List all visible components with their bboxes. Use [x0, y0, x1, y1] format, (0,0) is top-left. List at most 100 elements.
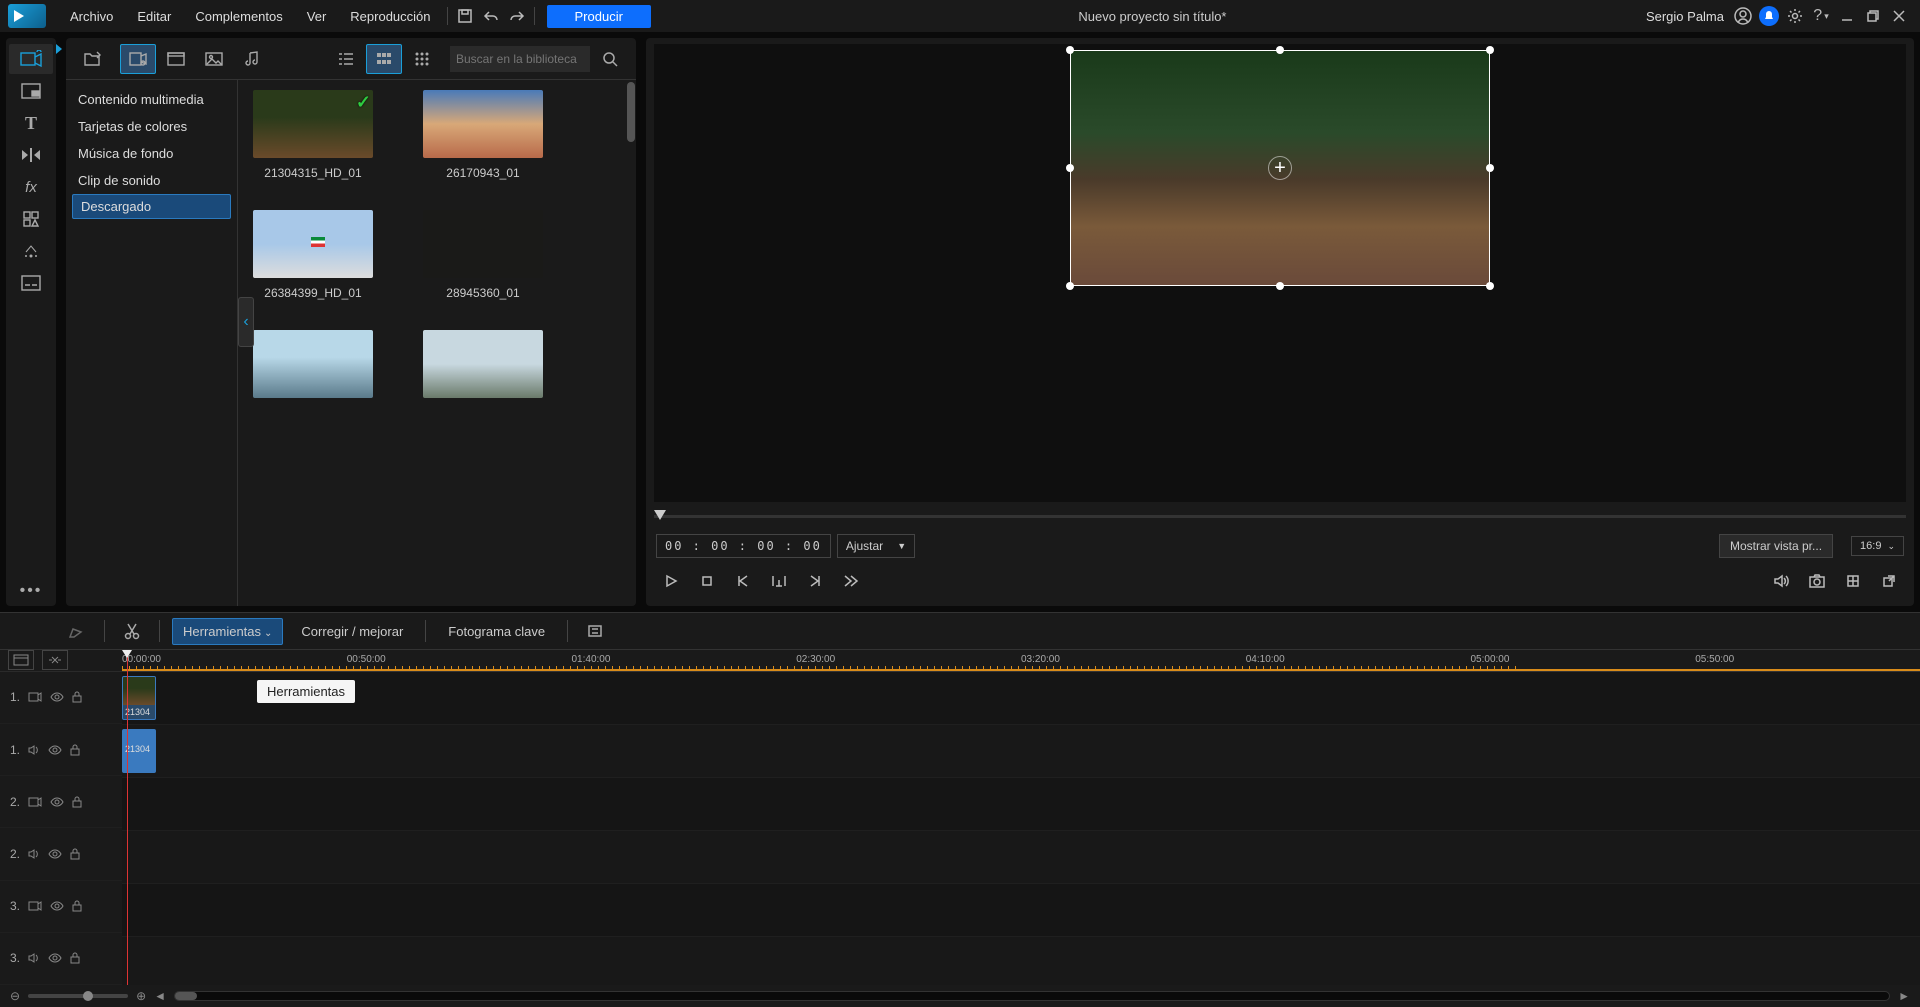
clip-markers-icon[interactable]	[764, 568, 794, 594]
track-header[interactable]: 2.	[0, 828, 122, 880]
preview-canvas[interactable]: +	[654, 44, 1906, 502]
lock-icon[interactable]	[72, 691, 82, 703]
media-item[interactable]: 28945360_01	[418, 210, 548, 300]
more-clip-icon[interactable]	[580, 617, 610, 645]
playhead[interactable]	[127, 650, 128, 985]
zoom-slider[interactable]	[28, 994, 128, 998]
view-list-icon[interactable]	[328, 44, 364, 74]
filter-image-icon[interactable]	[196, 44, 232, 74]
scroll-left-icon[interactable]: ◄	[154, 989, 166, 1003]
category-clip[interactable]: Clip de sonido	[66, 167, 237, 194]
lock-icon[interactable]	[70, 744, 80, 756]
fit-dropdown[interactable]: Ajustar▼	[837, 534, 915, 558]
track-row[interactable]	[122, 778, 1920, 831]
track-header[interactable]: 2.	[0, 776, 122, 828]
volume-icon[interactable]	[1766, 568, 1796, 594]
category-musica[interactable]: Música de fondo	[66, 140, 237, 167]
resize-handle[interactable]	[1066, 282, 1074, 290]
menu-archivo[interactable]: Archivo	[58, 3, 125, 30]
user-name[interactable]: Sergio Palma	[1646, 9, 1724, 24]
scroll-right-icon[interactable]: ►	[1898, 989, 1910, 1003]
maximize-icon[interactable]	[1860, 3, 1886, 29]
fx-room-icon[interactable]: fx	[9, 172, 53, 202]
preview-scrubber[interactable]	[654, 508, 1906, 524]
settings-icon[interactable]	[1782, 3, 1808, 29]
track-header[interactable]: 3.	[0, 881, 122, 933]
menu-editar[interactable]: Editar	[125, 3, 183, 30]
redo-icon[interactable]	[504, 3, 530, 29]
resize-handle[interactable]	[1276, 46, 1284, 54]
zoom-in-icon[interactable]: ⊕	[136, 989, 146, 1003]
stop-icon[interactable]	[692, 568, 722, 594]
track-row[interactable]	[122, 884, 1920, 937]
resize-handle[interactable]	[1486, 164, 1494, 172]
media-item[interactable]	[418, 330, 548, 406]
track-row[interactable]	[122, 831, 1920, 884]
timeline-h-scrollbar[interactable]	[174, 991, 1890, 1001]
resize-handle[interactable]	[1066, 164, 1074, 172]
lock-icon[interactable]	[72, 796, 82, 808]
media-item[interactable]: ✓ 21304315_HD_01	[248, 90, 378, 180]
save-icon[interactable]	[452, 3, 478, 29]
visibility-icon[interactable]	[50, 692, 64, 702]
subtitle-room-icon[interactable]	[9, 268, 53, 298]
track-header[interactable]: 3.	[0, 933, 122, 985]
correct-enhance-button[interactable]: Corregir / mejorar	[291, 619, 413, 644]
import-icon[interactable]	[74, 44, 110, 74]
resize-handle[interactable]	[1066, 46, 1074, 54]
resize-handle[interactable]	[1486, 46, 1494, 54]
media-room-icon[interactable]	[9, 44, 53, 74]
close-icon[interactable]	[1886, 3, 1912, 29]
menu-complementos[interactable]: Complementos	[183, 3, 294, 30]
particle-room-icon[interactable]	[9, 204, 53, 234]
search-input[interactable]	[450, 46, 590, 72]
media-item[interactable]	[248, 330, 378, 406]
track-row[interactable]: 21304	[122, 725, 1920, 778]
fast-forward-icon[interactable]	[836, 568, 866, 594]
visibility-icon[interactable]	[50, 797, 64, 807]
track-header[interactable]: 1.	[0, 724, 122, 776]
media-item[interactable]: 26170943_01	[418, 90, 548, 180]
next-frame-icon[interactable]	[800, 568, 830, 594]
menu-ver[interactable]: Ver	[295, 3, 339, 30]
snapshot-icon[interactable]	[1802, 568, 1832, 594]
show-preview-button[interactable]: Mostrar vista pr...	[1719, 534, 1833, 558]
tools-dropdown[interactable]: Herramientas⌄	[172, 618, 283, 645]
aspect-dropdown[interactable]: 16:9⌄	[1851, 536, 1904, 556]
library-scrollbar[interactable]	[626, 80, 636, 606]
help-icon[interactable]: ?▾	[1808, 3, 1834, 29]
title-room-icon[interactable]: T	[9, 108, 53, 138]
play-icon[interactable]	[656, 568, 686, 594]
more-rooms-icon[interactable]: •••	[9, 576, 53, 606]
visibility-icon[interactable]	[48, 953, 62, 963]
audio-room-icon[interactable]	[9, 236, 53, 266]
resize-handle[interactable]	[1486, 282, 1494, 290]
keyframe-button[interactable]: Fotograma clave	[438, 619, 555, 644]
media-item[interactable]: 26384399_HD_01	[248, 210, 378, 300]
visibility-icon[interactable]	[50, 901, 64, 911]
zoom-out-icon[interactable]: ⊖	[10, 989, 20, 1003]
view-grid-icon[interactable]	[366, 44, 402, 74]
edit-clip-icon[interactable]	[62, 617, 92, 645]
account-icon[interactable]	[1730, 3, 1756, 29]
quality-icon[interactable]	[1838, 568, 1868, 594]
popout-icon[interactable]	[1874, 568, 1904, 594]
menu-reproduccion[interactable]: Reproducción	[338, 3, 442, 30]
split-icon[interactable]	[117, 617, 147, 645]
center-cross-icon[interactable]: +	[1268, 156, 1292, 180]
pip-room-icon[interactable]	[9, 76, 53, 106]
lock-icon[interactable]	[70, 848, 80, 860]
snap-icon[interactable]	[42, 650, 68, 670]
visibility-icon[interactable]	[48, 849, 62, 859]
produce-button[interactable]: Producir	[547, 5, 651, 28]
lock-icon[interactable]	[72, 900, 82, 912]
filter-audio-icon[interactable]	[234, 44, 270, 74]
view-options-icon[interactable]	[404, 44, 440, 74]
undo-icon[interactable]	[478, 3, 504, 29]
prev-frame-icon[interactable]	[728, 568, 758, 594]
track-row[interactable]: 21304	[122, 672, 1920, 725]
transition-room-icon[interactable]	[9, 140, 53, 170]
scrubber-knob[interactable]	[654, 510, 666, 520]
timecode-display[interactable]: 00 : 00 : 00 : 00	[656, 534, 831, 558]
lock-icon[interactable]	[70, 952, 80, 964]
